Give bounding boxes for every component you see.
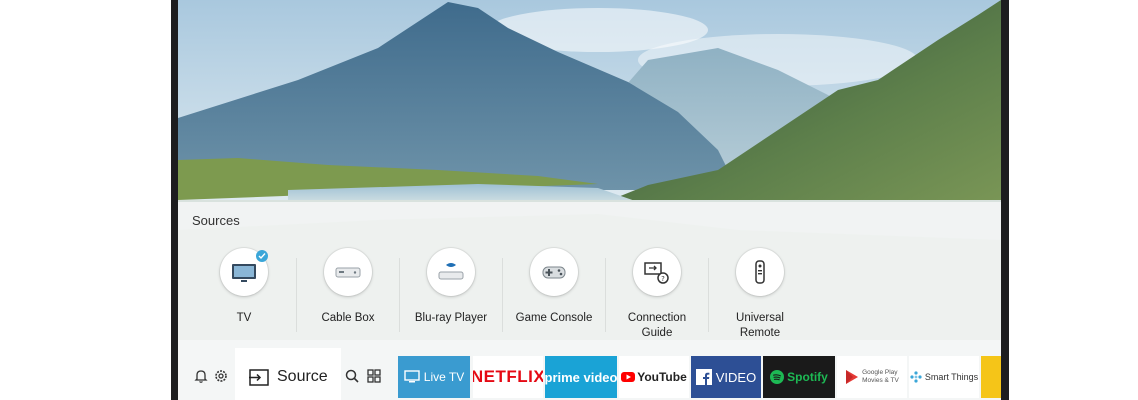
- app-label: Smart Things: [924, 372, 979, 382]
- gamepad-icon: [530, 248, 578, 296]
- app-label: Live TV: [423, 370, 465, 384]
- gear-icon[interactable]: [213, 368, 229, 384]
- youtube-icon: [621, 372, 636, 382]
- source-item-blu-ray-player[interactable]: Blu-ray Player: [401, 248, 501, 336]
- divider: [502, 258, 503, 332]
- source-tab[interactable]: Source: [235, 348, 341, 400]
- cable-box-icon: [324, 248, 372, 296]
- app-smart-things[interactable]: Smart Things: [909, 356, 979, 398]
- app-label: prime video: [545, 369, 617, 385]
- smart-hub-bar: Source Live TV NETFLIX prime video YouTu…: [178, 340, 1001, 400]
- source-input-icon: [249, 369, 269, 386]
- source-item-game-console[interactable]: Game Console: [504, 248, 604, 336]
- app-prime-video[interactable]: prime video: [545, 356, 617, 398]
- divider: [296, 258, 297, 332]
- app-label: Google Play Movies & TV: [862, 369, 899, 384]
- blu-ray-player-icon: [427, 248, 475, 296]
- connection-guide-icon: ?: [633, 248, 681, 296]
- source-label: Blu-ray Player: [414, 312, 488, 324]
- check-icon: [256, 250, 268, 262]
- app-google-play-movies[interactable]: Google Play Movies & TV: [837, 356, 907, 398]
- divider: [605, 258, 606, 332]
- app-label: YouTube: [637, 370, 687, 384]
- source-item-tv[interactable]: TV: [194, 248, 294, 336]
- svg-text:?: ?: [661, 275, 665, 283]
- tv-screen: Sources TV Cable Box Blu-ray Player Game…: [178, 0, 1001, 400]
- apps-grid-icon[interactable]: [366, 368, 382, 384]
- remote-icon: [736, 248, 784, 296]
- source-label: Connection Guide: [627, 312, 687, 339]
- source-label: TV: [236, 312, 252, 324]
- spotify-icon: [770, 370, 785, 384]
- app-youtube[interactable]: YouTube: [619, 356, 689, 398]
- source-label: Universal Remote: [736, 312, 784, 339]
- app-label: VIDEO: [715, 369, 757, 385]
- divider: [399, 258, 400, 332]
- app-spotify[interactable]: Spotify: [763, 356, 835, 398]
- live-tv-icon: [404, 370, 420, 383]
- bell-icon[interactable]: [193, 368, 209, 384]
- google-play-movies-icon: [846, 370, 859, 384]
- app-live-tv[interactable]: Live TV: [398, 356, 470, 398]
- facebook-icon: [695, 369, 712, 385]
- sources-title: Sources: [192, 213, 240, 228]
- smartthings-icon: [910, 371, 922, 383]
- divider: [708, 258, 709, 332]
- source-item-universal-remote[interactable]: Universal Remote: [710, 248, 810, 339]
- source-label: Game Console: [515, 312, 593, 324]
- app-facebook-video[interactable]: VIDEO: [691, 356, 761, 398]
- app-label: Spotify: [787, 370, 828, 384]
- search-icon[interactable]: [344, 368, 360, 384]
- app-partial[interactable]: [981, 356, 1001, 398]
- source-item-connection-guide[interactable]: ? Connection Guide: [607, 248, 707, 339]
- app-netflix[interactable]: NETFLIX: [473, 356, 543, 398]
- source-tab-label: Source: [277, 368, 328, 385]
- app-label: NETFLIX: [473, 367, 543, 386]
- source-item-cable-box[interactable]: Cable Box: [298, 248, 398, 336]
- source-label: Cable Box: [321, 312, 375, 324]
